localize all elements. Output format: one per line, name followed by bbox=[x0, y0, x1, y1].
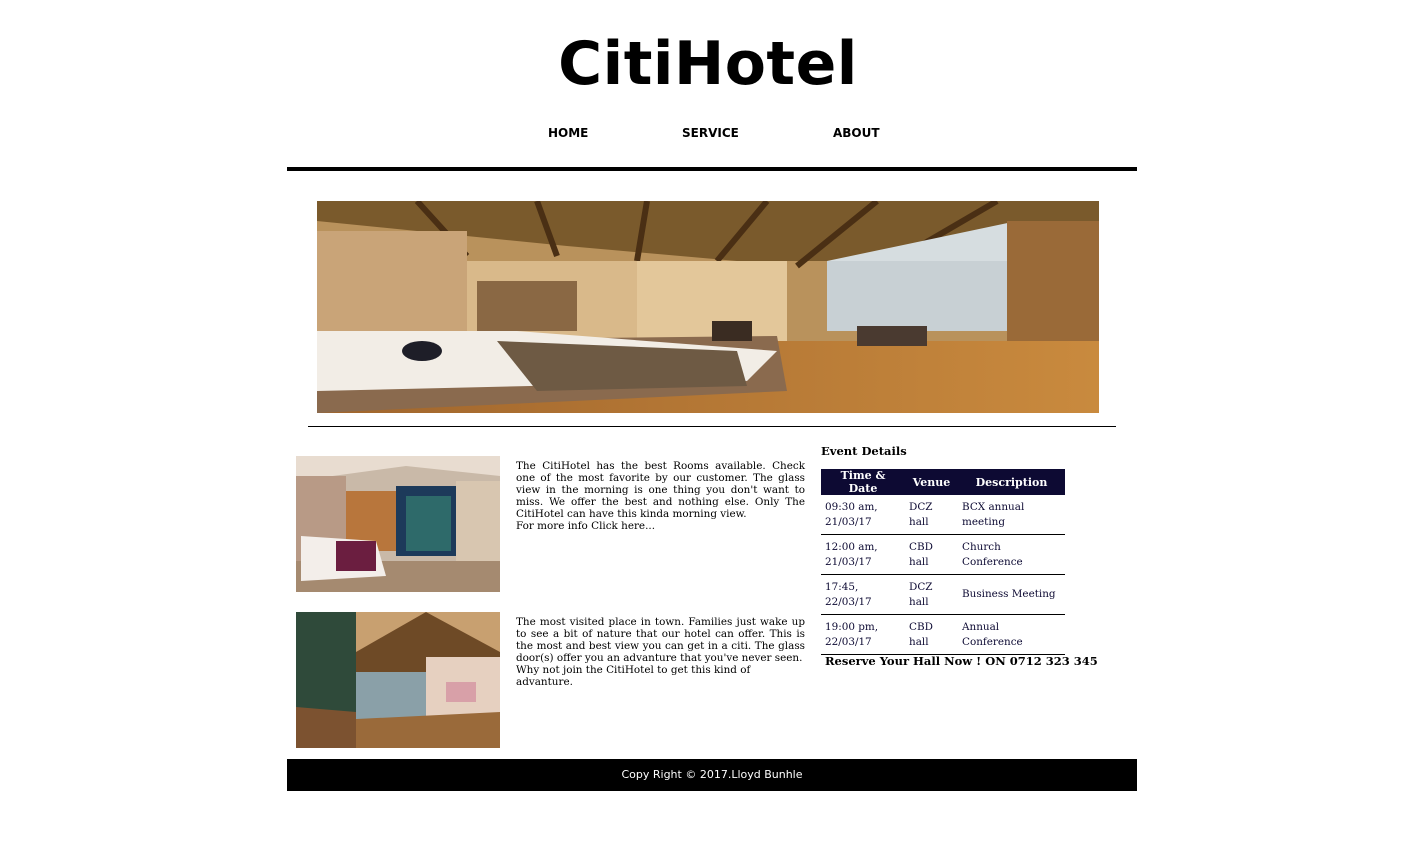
footer-copyright: Copy Right © 2017.Lloyd Bunhle bbox=[287, 759, 1137, 791]
events-header-row: Time & Date Venue Description bbox=[821, 469, 1065, 495]
table-row: 17:45, 22/03/17 DCZ hall Business Meetin… bbox=[821, 574, 1065, 615]
event-time-cell: 19:00 pm, 22/03/17 bbox=[821, 614, 905, 655]
header-divider bbox=[287, 167, 1137, 171]
article-view-body: The most visited place in town. Families… bbox=[516, 616, 805, 664]
nav-about-link[interactable]: ABOUT bbox=[833, 126, 880, 140]
lodge-photo bbox=[296, 612, 500, 748]
event-venue-cell: DCZ hall bbox=[905, 495, 958, 535]
nav-home-link[interactable]: HOME bbox=[548, 126, 588, 140]
reserve-hall-callout: Reserve Your Hall Now ! ON 0712 323 345 bbox=[825, 654, 1098, 668]
event-venue-cell: CBD hall bbox=[905, 534, 958, 575]
column-header-venue: Venue bbox=[905, 469, 958, 495]
event-description-cell: Annual Conference bbox=[958, 614, 1065, 655]
table-row: 12:00 am, 21/03/17 CBD hall Church Confe… bbox=[821, 534, 1065, 575]
event-time-cell: 09:30 am, 21/03/17 bbox=[821, 495, 905, 535]
column-header-description: Description bbox=[958, 469, 1065, 495]
join-cta-text: Why not join the CitiHotel to get this k… bbox=[516, 664, 751, 688]
article-view-text: The most visited place in town. Families… bbox=[516, 616, 805, 688]
content-divider bbox=[308, 426, 1116, 427]
event-venue-cell: CBD hall bbox=[905, 614, 958, 655]
article-rooms-text: The CitiHotel has the best Rooms availab… bbox=[516, 460, 805, 532]
table-row: 19:00 pm, 22/03/17 CBD hall Annual Confe… bbox=[821, 614, 1065, 655]
event-venue-cell: DCZ hall bbox=[905, 574, 958, 615]
event-description-cell: Church Conference bbox=[958, 534, 1065, 575]
events-table: Time & Date Venue Description 09:30 am, … bbox=[821, 469, 1065, 655]
event-time-cell: 17:45, 22/03/17 bbox=[821, 574, 905, 615]
hero-banner-image bbox=[317, 201, 1099, 413]
more-info-link[interactable]: For more info Click here... bbox=[516, 520, 805, 532]
events-title: Event Details bbox=[821, 444, 907, 458]
table-row: 09:30 am, 21/03/17 DCZ hall BCX annual m… bbox=[821, 495, 1065, 535]
event-time-cell: 12:00 am, 21/03/17 bbox=[821, 534, 905, 575]
article-rooms-body: The CitiHotel has the best Rooms availab… bbox=[516, 460, 805, 520]
column-header-time-date: Time & Date bbox=[821, 469, 905, 495]
event-description-cell: Business Meeting bbox=[958, 574, 1065, 615]
site-title: CitiHotel bbox=[558, 29, 858, 99]
bedroom-photo bbox=[296, 456, 500, 592]
event-description-cell: BCX annual meeting bbox=[958, 495, 1065, 535]
nav-service-link[interactable]: SERVICE bbox=[682, 126, 739, 140]
